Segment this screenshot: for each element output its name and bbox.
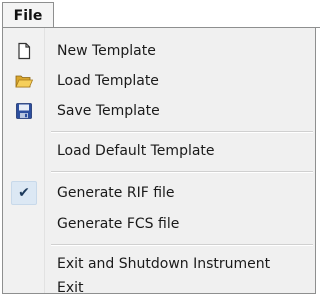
menu-item-label: Generate RIF file bbox=[57, 185, 175, 201]
menu-item-load-template[interactable]: Load Template bbox=[3, 67, 315, 95]
menu-separator bbox=[51, 171, 313, 173]
menu-item-label: New Template bbox=[57, 43, 156, 59]
menu-item-label: Load Template bbox=[57, 73, 159, 89]
file-dropdown-menu: New Template Load Template Save Template… bbox=[2, 27, 316, 296]
open-folder-icon bbox=[15, 72, 33, 90]
file-menu[interactable]: File bbox=[2, 2, 54, 28]
menu-item-label: Save Template bbox=[57, 103, 160, 119]
menu-item-save-template[interactable]: Save Template bbox=[3, 97, 315, 125]
checkmark-icon: ✔ bbox=[11, 181, 37, 205]
menu-bar: File bbox=[0, 0, 320, 28]
menu-bar-strip bbox=[54, 2, 320, 28]
menu-item-exit[interactable]: Exit bbox=[3, 274, 315, 302]
menu-separator bbox=[51, 244, 313, 246]
menu-item-generate-fcs-file[interactable]: Generate FCS file bbox=[3, 210, 315, 238]
menu-separator bbox=[51, 131, 313, 133]
new-document-icon bbox=[15, 42, 33, 60]
menu-item-label: Exit bbox=[57, 280, 84, 296]
menu-item-load-default-template[interactable]: Load Default Template bbox=[3, 137, 315, 165]
menu-item-label: Load Default Template bbox=[57, 143, 215, 159]
menu-item-new-template[interactable]: New Template bbox=[3, 37, 315, 65]
file-menu-label: File bbox=[13, 7, 43, 24]
checkmark-glyph: ✔ bbox=[18, 185, 30, 201]
menu-item-generate-rif-file[interactable]: ✔ Generate RIF file bbox=[3, 179, 315, 207]
floppy-disk-icon bbox=[15, 102, 33, 120]
menu-item-label: Generate FCS file bbox=[57, 216, 180, 232]
